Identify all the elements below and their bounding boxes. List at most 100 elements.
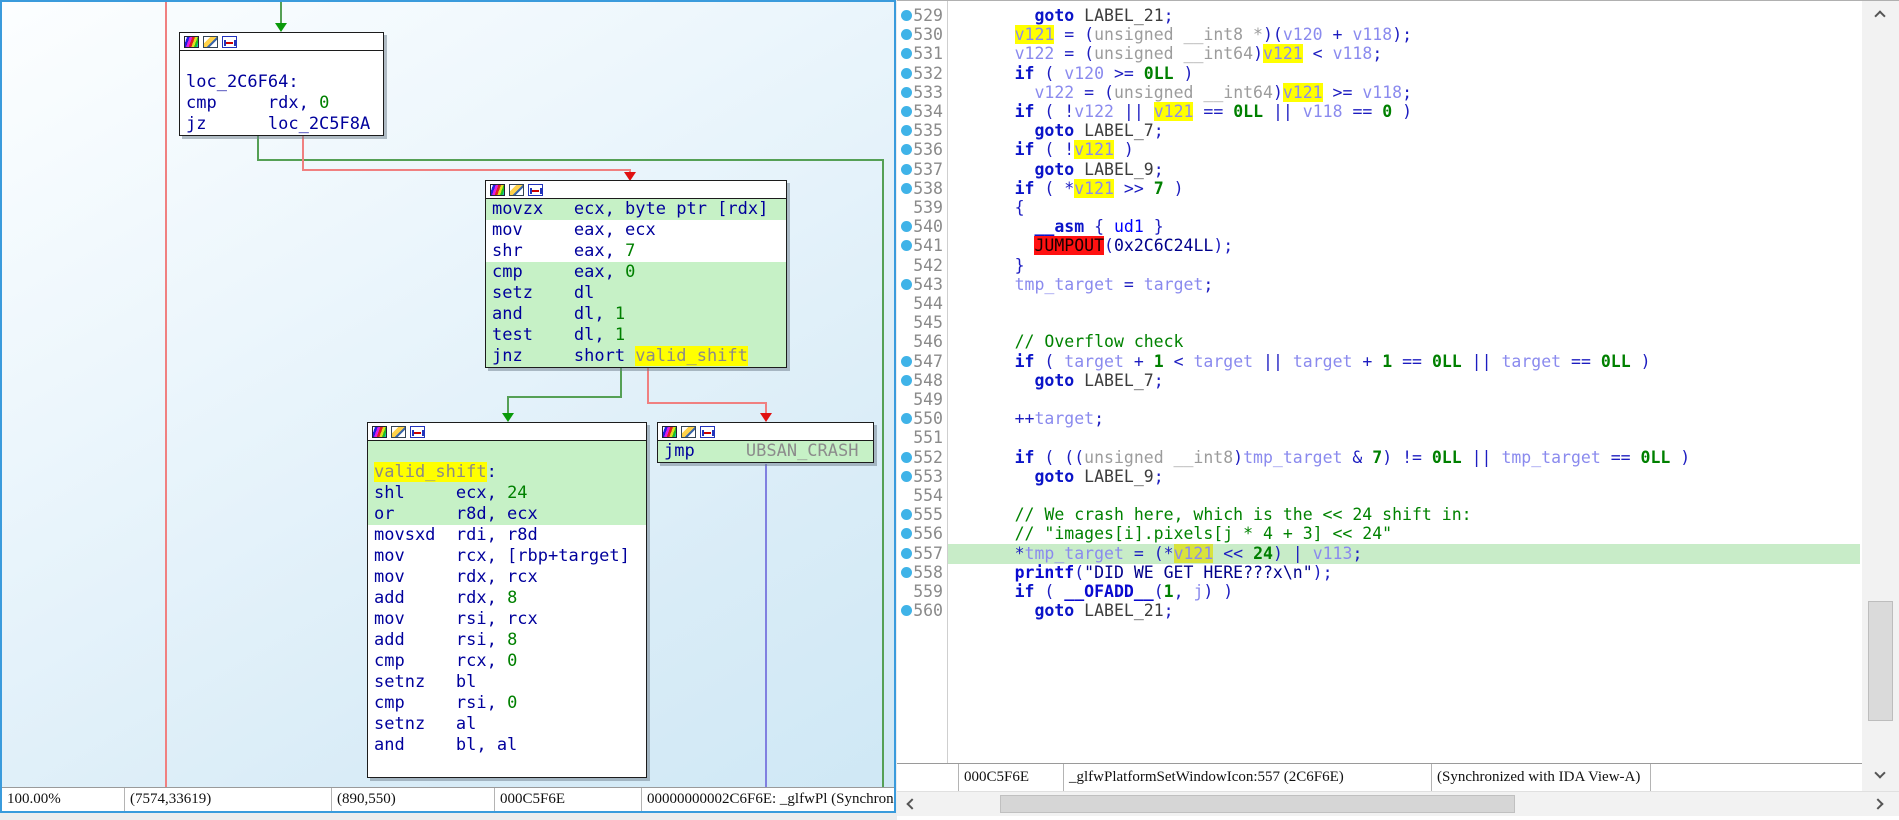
scroll-left-button[interactable] bbox=[899, 793, 921, 815]
horizontal-scrollbar-thumb[interactable] bbox=[1000, 795, 1515, 813]
asm-line[interactable]: loc_2C6F64: bbox=[180, 72, 383, 93]
scroll-up-button[interactable] bbox=[1869, 3, 1891, 25]
asm-line[interactable]: setnz bl bbox=[368, 672, 646, 693]
node-header[interactable] bbox=[658, 423, 873, 441]
pseudocode-line[interactable]: 549 bbox=[897, 390, 1862, 410]
asm-line[interactable]: cmp rcx, 0 bbox=[368, 651, 646, 672]
block-ubsan-crash[interactable]: jmp UBSAN_CRASH bbox=[657, 422, 874, 463]
pseudocode-line[interactable]: 554 bbox=[897, 486, 1862, 506]
pseudocode-line[interactable]: 547 if ( target + 1 < target || target +… bbox=[897, 352, 1862, 372]
pseudocode-line[interactable]: 558 printf("DID WE GET HERE???x\n"); bbox=[897, 563, 1862, 583]
asm-line[interactable]: setnz al bbox=[368, 714, 646, 735]
scroll-right-button[interactable] bbox=[1869, 793, 1891, 815]
horizontal-scrollbar[interactable] bbox=[897, 791, 1899, 816]
asm-line[interactable]: add rdx, 8 bbox=[368, 588, 646, 609]
pseudocode-line[interactable]: 560 goto LABEL_21; bbox=[897, 601, 1862, 621]
asm-line[interactable]: jz loc_2C5F8A bbox=[180, 114, 383, 135]
pseudocode-line[interactable]: 540 __asm { ud1 } bbox=[897, 217, 1862, 237]
edit-icon[interactable] bbox=[509, 183, 524, 196]
pseudocode-line[interactable]: 541 JUMPOUT(0x2C6C24LL); bbox=[897, 236, 1862, 256]
pseudocode-line[interactable]: 551 bbox=[897, 428, 1862, 448]
pseudocode-line[interactable]: 538 if ( *v121 >> 7 ) bbox=[897, 178, 1862, 199]
asm-line[interactable]: mov rcx, [rbp+target] bbox=[368, 546, 646, 567]
asm-line[interactable] bbox=[368, 441, 646, 462]
edit-icon[interactable] bbox=[391, 425, 406, 438]
asm-line[interactable]: setz dl bbox=[486, 283, 786, 304]
pseudocode-line[interactable]: 536 if ( !v121 ) bbox=[897, 140, 1862, 160]
pseudocode-line[interactable]: 557 *tmp_target = (*v121 << 24) | v113; bbox=[897, 543, 1862, 564]
palette-icon[interactable] bbox=[490, 183, 505, 196]
pseudocode-line[interactable]: 550 ++target; bbox=[897, 409, 1862, 429]
node-header[interactable] bbox=[486, 181, 786, 199]
pseudocode-line[interactable]: 559 if ( __OFADD__(1, j) ) bbox=[897, 582, 1862, 602]
asm-line[interactable]: cmp rsi, 0 bbox=[368, 693, 646, 714]
asm-line[interactable]: jmp UBSAN_CRASH bbox=[658, 441, 873, 462]
node-header[interactable] bbox=[368, 423, 646, 441]
pseudocode-text: goto LABEL_7; bbox=[955, 121, 1163, 140]
node-header[interactable] bbox=[180, 33, 383, 51]
pseudocode-text: if ( __OFADD__(1, j) ) bbox=[955, 582, 1234, 601]
asm-line[interactable] bbox=[180, 51, 383, 72]
pseudocode-line[interactable]: 544 bbox=[897, 294, 1862, 314]
asm-line[interactable]: movsxd rdi, r8d bbox=[368, 525, 646, 546]
pseudocode-line[interactable]: 548 goto LABEL_7; bbox=[897, 371, 1862, 391]
edit-icon[interactable] bbox=[681, 425, 696, 438]
asm-line[interactable]: movzx ecx, byte ptr [rdx] bbox=[486, 199, 786, 220]
asm-line[interactable]: or r8d, ecx bbox=[368, 504, 646, 525]
asm-line[interactable]: add rsi, 8 bbox=[368, 630, 646, 651]
pseudocode-line[interactable]: 534 if ( !v122 || v121 == 0LL || v118 ==… bbox=[897, 102, 1862, 122]
pseudocode-line[interactable]: 545 bbox=[897, 313, 1862, 333]
asm-line[interactable]: cmp eax, 0 bbox=[486, 262, 786, 283]
code-token: 0LL bbox=[1143, 63, 1174, 83]
pseudocode-line[interactable]: 556 // "images[i].pixels[j * 4 + 3] << 2… bbox=[897, 524, 1862, 544]
asm-line[interactable]: and bl, al bbox=[368, 735, 646, 756]
pseudocode-area[interactable]: 529 goto LABEL_21; 530 v121 = (unsigned _… bbox=[897, 1, 1862, 763]
block-valid-shift[interactable]: valid_shift: shl ecx, 24 or r8d, ecx movsxd… bbox=[367, 422, 647, 778]
pseudocode-line[interactable]: 553 goto LABEL_9; bbox=[897, 467, 1862, 487]
asm-line[interactable]: test dl, 1 bbox=[486, 325, 786, 346]
frame-color-icon[interactable] bbox=[700, 425, 715, 438]
vertical-scrollbar[interactable] bbox=[1862, 1, 1899, 791]
pseudocode-line[interactable]: 539 { bbox=[897, 198, 1862, 218]
asm-line[interactable]: jnz short valid_shift bbox=[486, 346, 786, 367]
pseudocode-line[interactable]: 542 } bbox=[897, 256, 1862, 276]
pseudocode-line[interactable]: 546 // Overflow check bbox=[897, 332, 1862, 352]
asm-line[interactable]: and dl, 1 bbox=[486, 304, 786, 325]
line-number: 533 bbox=[913, 82, 943, 102]
palette-icon[interactable] bbox=[184, 35, 199, 48]
pseudocode-line[interactable]: 529 goto LABEL_21; bbox=[897, 6, 1862, 26]
palette-icon[interactable] bbox=[662, 425, 677, 438]
graph-edge-jnz-taken bbox=[620, 365, 622, 398]
pseudocode-line[interactable]: 552 if ( ((unsigned __int8)tmp_target & … bbox=[897, 448, 1862, 468]
block-shift-check[interactable]: movzx ecx, byte ptr [rdx] mov eax, ecx shr… bbox=[485, 180, 787, 368]
pseudocode-line[interactable]: 537 goto LABEL_9; bbox=[897, 160, 1862, 180]
frame-color-icon[interactable] bbox=[410, 425, 425, 438]
line-number: 534 bbox=[913, 102, 943, 121]
pseudocode-line[interactable]: 543 tmp_target = target; bbox=[897, 275, 1862, 295]
palette-icon[interactable] bbox=[372, 425, 387, 438]
block-loc_2C6F64[interactable]: loc_2C6F64: cmp rdx, 0 jz loc_2C5F8A bbox=[179, 32, 384, 136]
asm-line[interactable]: valid_shift: bbox=[368, 462, 646, 483]
pseudocode-line[interactable]: 532 if ( v120 >= 0LL ) bbox=[897, 64, 1862, 84]
frame-color-icon[interactable] bbox=[528, 183, 543, 196]
asm-line[interactable]: mov eax, ecx bbox=[486, 220, 786, 241]
asm-line[interactable]: cmp rdx, 0 bbox=[180, 93, 383, 114]
asm-line[interactable] bbox=[368, 756, 646, 777]
pseudocode-line[interactable]: 533 v122 = (unsigned __int64)v121 >= v11… bbox=[897, 82, 1862, 103]
graph-canvas[interactable]: loc_2C6F64: cmp rdx, 0 jz loc_2C5F8Amovzx … bbox=[2, 2, 894, 787]
asm-line[interactable]: mov rsi, rcx bbox=[368, 609, 646, 630]
code-token: goto bbox=[1034, 370, 1085, 390]
asm-line[interactable]: mov rdx, rcx bbox=[368, 567, 646, 588]
line-number: 547 bbox=[913, 351, 943, 371]
pseudocode-line[interactable]: 530 v121 = (unsigned __int8 *)(v120 + v1… bbox=[897, 25, 1862, 45]
asm-line[interactable]: shl ecx, 24 bbox=[368, 483, 646, 504]
edit-icon[interactable] bbox=[203, 35, 218, 48]
vertical-scrollbar-thumb[interactable] bbox=[1868, 601, 1893, 721]
scroll-down-button[interactable] bbox=[1869, 764, 1891, 786]
pseudocode-line[interactable]: 535 goto LABEL_7; bbox=[897, 121, 1862, 141]
pseudocode-line[interactable]: 531 v122 = (unsigned __int64)v121 < v118… bbox=[897, 44, 1862, 64]
asm-line[interactable]: shr eax, 7 bbox=[486, 241, 786, 262]
pseudocode-line[interactable]: 555 // We crash here, which is the << 24… bbox=[897, 505, 1862, 525]
frame-color-icon[interactable] bbox=[222, 35, 237, 48]
